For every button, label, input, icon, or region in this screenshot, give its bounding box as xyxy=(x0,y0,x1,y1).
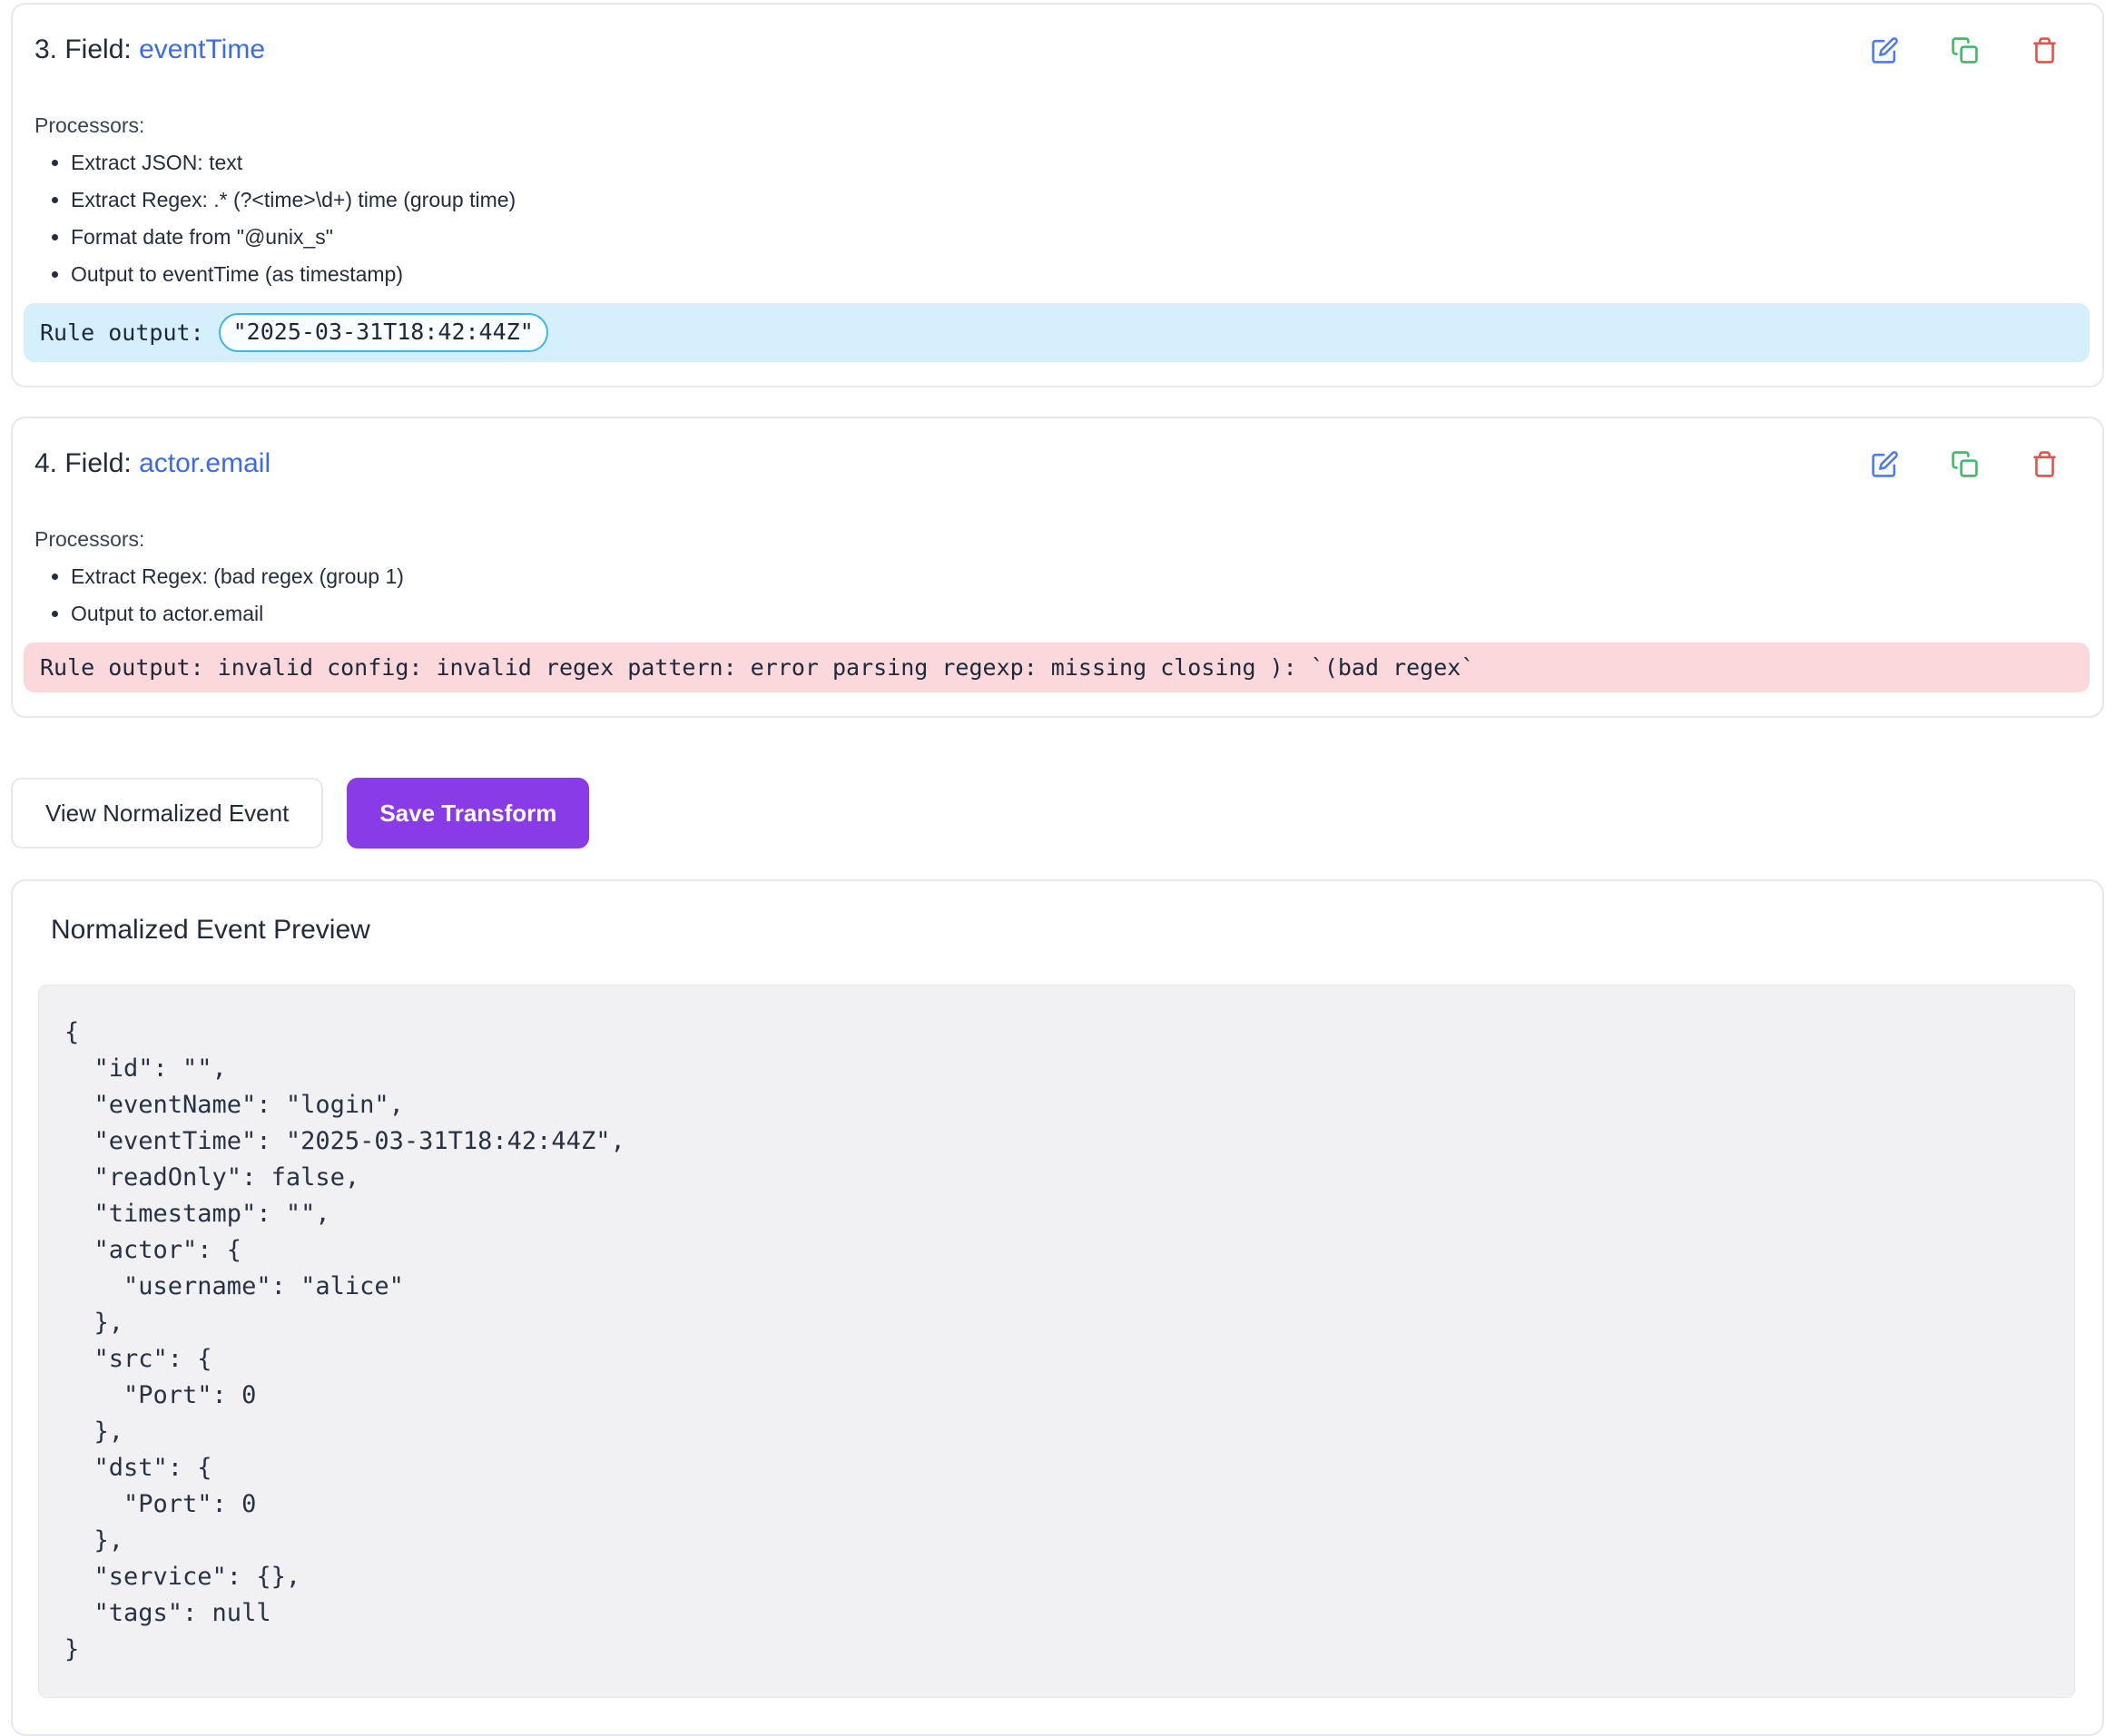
view-normalized-event-button[interactable]: View Normalized Event xyxy=(11,778,323,848)
edit-rule-button[interactable] xyxy=(1870,35,1899,64)
rule-actions xyxy=(1870,35,2079,64)
copy-icon xyxy=(1951,36,1979,64)
field-rule-card-4: 4. Field: actor.email xyxy=(11,417,2104,718)
copy-rule-button[interactable] xyxy=(1950,35,1979,64)
processor-item: Output to actor.email xyxy=(71,599,2079,628)
copy-rule-button[interactable] xyxy=(1950,449,1979,478)
field-name-link[interactable]: eventTime xyxy=(139,34,265,64)
processor-item: Extract JSON: text xyxy=(71,148,2079,177)
processor-item: Output to eventTime (as timestamp) xyxy=(71,260,2079,289)
edit-icon xyxy=(1871,450,1899,478)
field-index-label: 3. Field: xyxy=(34,34,132,64)
field-name-link[interactable]: actor.email xyxy=(139,448,271,478)
processors-label: Processors: xyxy=(34,112,2079,139)
delete-rule-button[interactable] xyxy=(2030,35,2059,64)
rule-actions xyxy=(1870,449,2079,478)
processors-label: Processors: xyxy=(34,525,2079,553)
rule-output-label: Rule output: xyxy=(40,318,204,348)
delete-rule-button[interactable] xyxy=(2030,449,2059,478)
json-code-block: { "id": "", "eventName": "login", "event… xyxy=(38,985,2075,1698)
rule-output-error: Rule output: invalid config: invalid reg… xyxy=(24,642,2090,692)
card-header: 3. Field: eventTime xyxy=(34,28,2079,68)
preview-title: Normalized Event Preview xyxy=(38,912,2075,948)
actions-row: View Normalized Event Save Transform xyxy=(11,778,2104,848)
copy-icon xyxy=(1951,450,1979,478)
normalized-event-preview-card: Normalized Event Preview { "id": "", "ev… xyxy=(11,879,2104,1736)
field-index-label: 4. Field: xyxy=(34,448,132,478)
field-rule-card-3: 3. Field: eventTime xyxy=(11,3,2104,387)
card-title: 4. Field: actor.email xyxy=(34,446,271,482)
processors-list: Extract JSON: text Extract Regex: .* (?<… xyxy=(34,148,2079,289)
processor-item: Extract Regex: .* (?<time>\d+) time (gro… xyxy=(71,185,2079,214)
save-transform-button[interactable]: Save Transform xyxy=(347,778,589,848)
rule-output-value: "2025-03-31T18:42:44Z" xyxy=(219,313,548,352)
processors-list: Extract Regex: (bad regex (group 1) Outp… xyxy=(34,562,2079,628)
edit-rule-button[interactable] xyxy=(1870,449,1899,478)
trash-icon xyxy=(2031,450,2059,478)
edit-icon xyxy=(1871,36,1899,64)
processor-item: Extract Regex: (bad regex (group 1) xyxy=(71,562,2079,591)
trash-icon xyxy=(2031,36,2059,64)
rule-output-success: Rule output: "2025-03-31T18:42:44Z" xyxy=(24,303,2090,362)
normalized-event-json: { "id": "", "eventName": "login", "event… xyxy=(64,1015,2049,1668)
card-title: 3. Field: eventTime xyxy=(34,32,265,68)
processor-item: Format date from "@unix_s" xyxy=(71,222,2079,251)
card-header: 4. Field: actor.email xyxy=(34,442,2079,482)
